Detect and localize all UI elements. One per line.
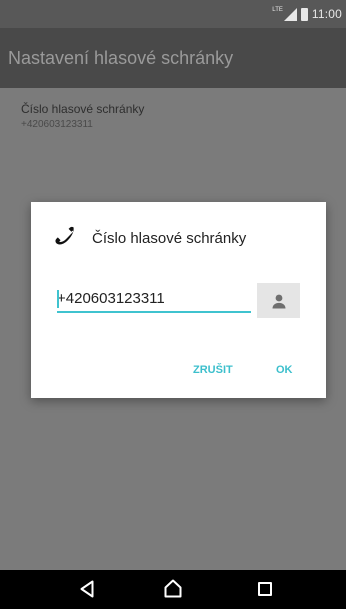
text-cursor — [57, 290, 59, 308]
contact-picker-button[interactable] — [257, 283, 300, 318]
dialog-title: Číslo hlasové schránky — [92, 230, 247, 247]
ok-button[interactable]: OK — [276, 364, 293, 376]
cancel-button[interactable]: ZRUŠIT — [193, 364, 233, 376]
voicemail-number-dialog: Číslo hlasové schránky ZRUŠIT OK — [31, 202, 326, 398]
network-type-label: LTE — [272, 7, 283, 13]
status-bar: LTE 11:00 — [0, 0, 346, 28]
page-title: Nastavení hlasové schránky — [8, 48, 234, 68]
navigation-bar — [0, 570, 346, 609]
home-icon[interactable] — [164, 579, 182, 598]
status-icons: LTE 11:00 — [272, 5, 342, 23]
back-icon[interactable] — [80, 580, 94, 598]
app-bar: Nastavení hlasové schránky — [0, 28, 346, 88]
preference-summary: +420603123311 — [21, 119, 93, 130]
recents-icon[interactable] — [258, 582, 272, 596]
battery-icon — [300, 7, 308, 21]
contact-icon — [272, 294, 285, 308]
phone-icon — [55, 226, 74, 245]
voicemail-number-input[interactable] — [57, 288, 251, 313]
voicemail-number-preference[interactable]: Číslo hlasové schránky +420603123311 — [0, 88, 346, 140]
preference-title: Číslo hlasové schránky — [21, 102, 145, 116]
signal-icon — [283, 7, 297, 21]
clock: 11:00 — [311, 7, 342, 21]
